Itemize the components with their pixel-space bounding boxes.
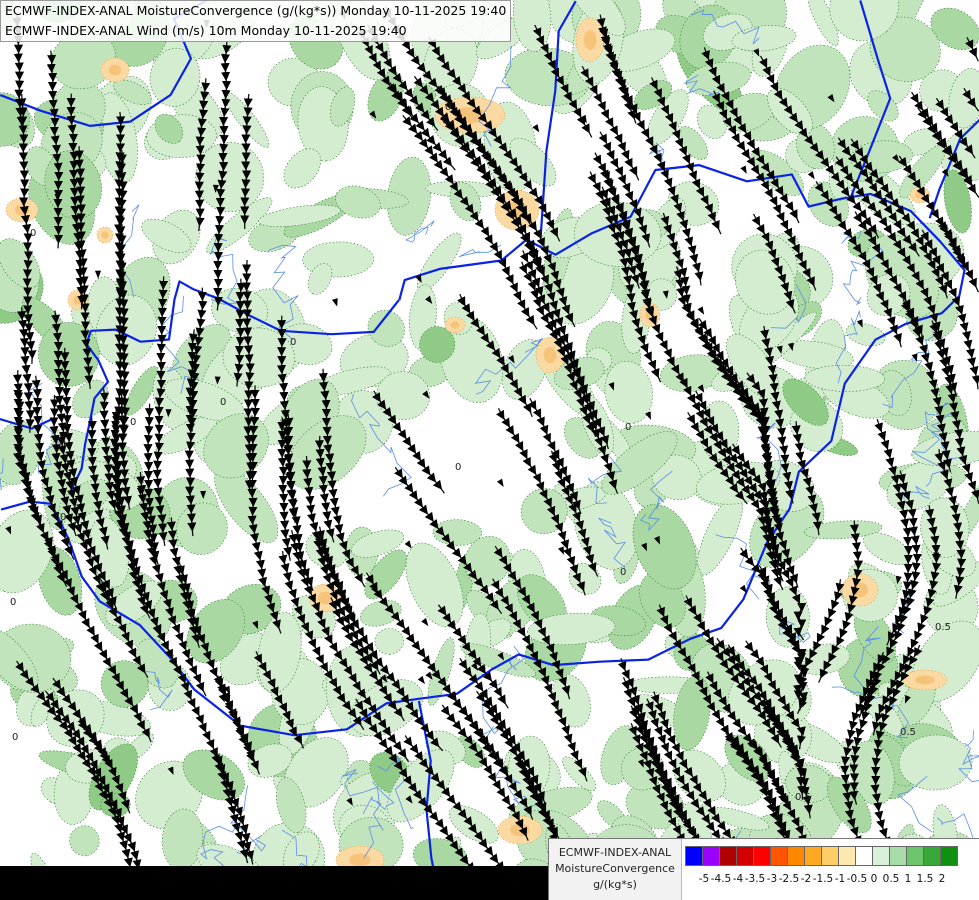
contour-label: 0 bbox=[130, 417, 136, 428]
contour-label: 0 bbox=[220, 397, 226, 408]
legend-swatch bbox=[685, 846, 703, 866]
legend-units: g/(kg*s) bbox=[593, 878, 637, 891]
legend-swatch bbox=[838, 846, 856, 866]
legend-swatch bbox=[923, 846, 941, 866]
divergence-core bbox=[543, 346, 557, 364]
divergence-core bbox=[317, 591, 333, 605]
contour-label: 0.5 bbox=[795, 792, 811, 803]
legend-swatch bbox=[736, 846, 754, 866]
legend-tick-label: -3 bbox=[766, 873, 778, 885]
legend-swatch bbox=[940, 846, 958, 866]
legend-swatches bbox=[685, 846, 958, 866]
map-title: ECMWF-INDEX-ANAL MoistureConvergence (g/… bbox=[0, 0, 512, 42]
legend-tick-label: 2 bbox=[938, 873, 946, 885]
legend-swatch bbox=[702, 846, 720, 866]
bottom-black-band bbox=[0, 866, 548, 900]
divergence-core bbox=[583, 30, 597, 50]
legend-tick-label: -0.5 bbox=[846, 873, 868, 885]
legend-tick-label: 0.5 bbox=[882, 873, 900, 885]
legend-tick-label: -4.5 bbox=[710, 873, 732, 885]
divergence-core bbox=[101, 231, 109, 239]
legend-model: ECMWF-INDEX-ANAL bbox=[558, 846, 672, 859]
divergence-core bbox=[349, 853, 371, 867]
legend-tick-label: 0 bbox=[870, 873, 878, 885]
contour-label: 0 bbox=[30, 228, 36, 239]
legend-tick-label: -2 bbox=[800, 873, 812, 885]
divergence-core bbox=[14, 204, 30, 216]
legend-tick-label: -3.5 bbox=[744, 873, 766, 885]
legend-swatch bbox=[719, 846, 737, 866]
contour-label: 0 bbox=[625, 422, 631, 433]
legend-swatch bbox=[855, 846, 873, 866]
legend-ticks: -5 -4.5 -4 -3.5 -3 -2.5 -2 -1.5 -1 -0.5 0 0.5 1 1.5 2 bbox=[687, 873, 979, 889]
legend-swatch bbox=[821, 846, 839, 866]
legend-swatch bbox=[753, 846, 771, 866]
legend-tick-label: 1.5 bbox=[916, 873, 934, 885]
contour-label: 0 bbox=[455, 462, 461, 473]
legend-tick-label: -5 bbox=[698, 873, 710, 885]
contour-label: 0 bbox=[60, 512, 66, 523]
divergence-core bbox=[108, 64, 122, 76]
weather-map: 0 0 0 0 0 0 0 0 0 0.5 0.5 0.5 0 0 ECMWF-INDEX-ANAL Mo… bbox=[0, 0, 979, 900]
title-line-wind: ECMWF-INDEX-ANAL Wind (m/s) 10m Monday 1… bbox=[5, 23, 407, 38]
contour-label: 0 bbox=[290, 337, 296, 348]
contour-label: 0 bbox=[620, 567, 626, 578]
contour-label: 0 bbox=[12, 732, 18, 743]
title-line-moisture: ECMWF-INDEX-ANAL MoistureConvergence (g/… bbox=[5, 3, 507, 18]
legend-variable: MoistureConvergence bbox=[555, 862, 675, 875]
color-legend: ECMWF-INDEX-ANAL MoistureConvergence g/(… bbox=[548, 838, 979, 900]
legend-tick-label: -2.5 bbox=[778, 873, 800, 885]
contour-label: 0.5 bbox=[935, 622, 951, 633]
legend-tick-label: -1 bbox=[834, 873, 846, 885]
divergence-core bbox=[510, 823, 530, 837]
legend-swatch bbox=[889, 846, 907, 866]
legend-swatch bbox=[770, 846, 788, 866]
legend-tick-label: 1 bbox=[904, 873, 912, 885]
contour-label: 0 bbox=[445, 102, 451, 113]
legend-swatch bbox=[872, 846, 890, 866]
divergence-core bbox=[915, 675, 935, 685]
legend-swatch bbox=[906, 846, 924, 866]
legend-tick-label: -4 bbox=[732, 873, 744, 885]
contour-label: 0.5 bbox=[900, 727, 916, 738]
legend-title: ECMWF-INDEX-ANAL MoistureConvergence g/(… bbox=[549, 839, 682, 900]
legend-swatch bbox=[804, 846, 822, 866]
legend-swatch bbox=[787, 846, 805, 866]
map-canvas: 0 0 0 0 0 0 0 0 0 0.5 0.5 0.5 0 0 bbox=[0, 0, 979, 900]
contour-label: 0 bbox=[10, 597, 16, 608]
legend-tick-label: -1.5 bbox=[812, 873, 834, 885]
divergence-core bbox=[450, 321, 460, 329]
